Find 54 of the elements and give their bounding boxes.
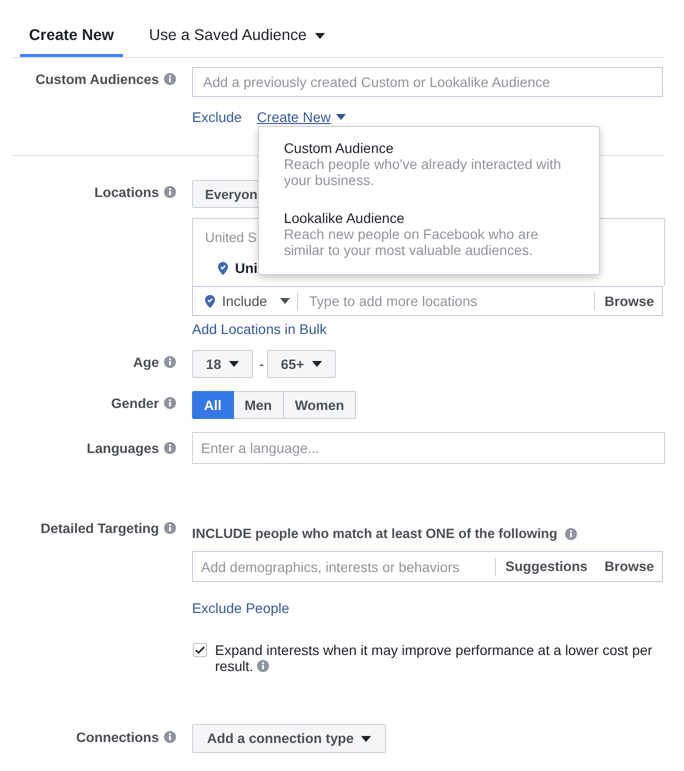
menu-item[interactable]: Lookalike Audience Reach new people on Facebook who are similar to your most valuable audiences. [258,203,599,265]
location-name: Uni [235,260,258,276]
tab[interactable]: Use a Saved Audience [140,26,334,57]
targeting-action-button[interactable]: Browse [604,559,654,574]
location-search-bar[interactable]: Include Type to add more locations Browse [192,286,663,316]
targeting-input[interactable]: Add demographics, interests or behaviors [193,552,496,581]
caret-icon [229,361,240,367]
bulk-locations-link[interactable]: Add Locations in Bulk [192,321,327,337]
targeting-search-bar[interactable]: Add demographics, interests or behaviors Suggestions Browse [192,551,663,582]
caret-icon [336,114,346,120]
field-label: Languages [86,440,159,456]
checkbox[interactable] [193,643,207,657]
info-icon [257,660,270,672]
age-min-dropdown[interactable]: 18 [192,350,254,378]
caret-icon [280,298,290,304]
info-icon [164,73,176,85]
link[interactable]: Exclude [192,109,242,125]
info-icon [164,397,176,409]
country-heading: United S [205,230,257,246]
connection-type-dropdown[interactable]: Add a connection type [192,724,386,753]
map-pin-icon [218,262,228,274]
info-icon [565,528,578,540]
gender-option[interactable]: Women [282,391,356,419]
field-label: Locations [94,184,159,200]
range-separator: - [259,356,264,372]
age-max-dropdown[interactable]: 65+ [266,350,336,378]
checkbox-label[interactable]: Expand interests when it may improve performance at a lower cost per result. [215,642,663,674]
info-icon [164,186,176,198]
field-label: Age [133,354,159,370]
audience-input[interactable]: Add a previously created Custom or Lookalike Audience [192,67,663,97]
info-icon [164,522,176,534]
gender-option[interactable]: Men [232,391,284,419]
dropdown-link[interactable]: Create New [256,109,346,125]
info-icon [164,356,176,368]
exclude-people-link[interactable]: Exclude People [192,600,290,616]
caret-icon [314,33,325,39]
field-label: Custom Audiences [36,72,159,86]
browse-button[interactable]: Browse [604,294,654,308]
field-label: Detailed Targeting [40,520,159,536]
caret-icon [312,361,322,367]
field-label: Connections [76,730,159,744]
checkmark-icon [195,646,205,654]
gender-option[interactable]: All [192,391,234,419]
info-icon [164,731,176,743]
menu-item[interactable]: Custom Audience Reach people who've already interacted with your business. [258,133,599,195]
targeting-action-button[interactable]: Suggestions [505,559,588,574]
language-input[interactable]: Enter a language... [192,432,665,464]
caret-icon [360,736,371,742]
location-input[interactable]: Type to add more locations [309,287,584,315]
map-pin-icon [205,294,215,308]
info-icon [164,442,176,454]
targeting-heading: INCLUDE people who match at least ONE of the following [192,526,558,542]
include-dropdown[interactable]: Include [205,293,290,309]
field-label: Gender [111,396,159,410]
